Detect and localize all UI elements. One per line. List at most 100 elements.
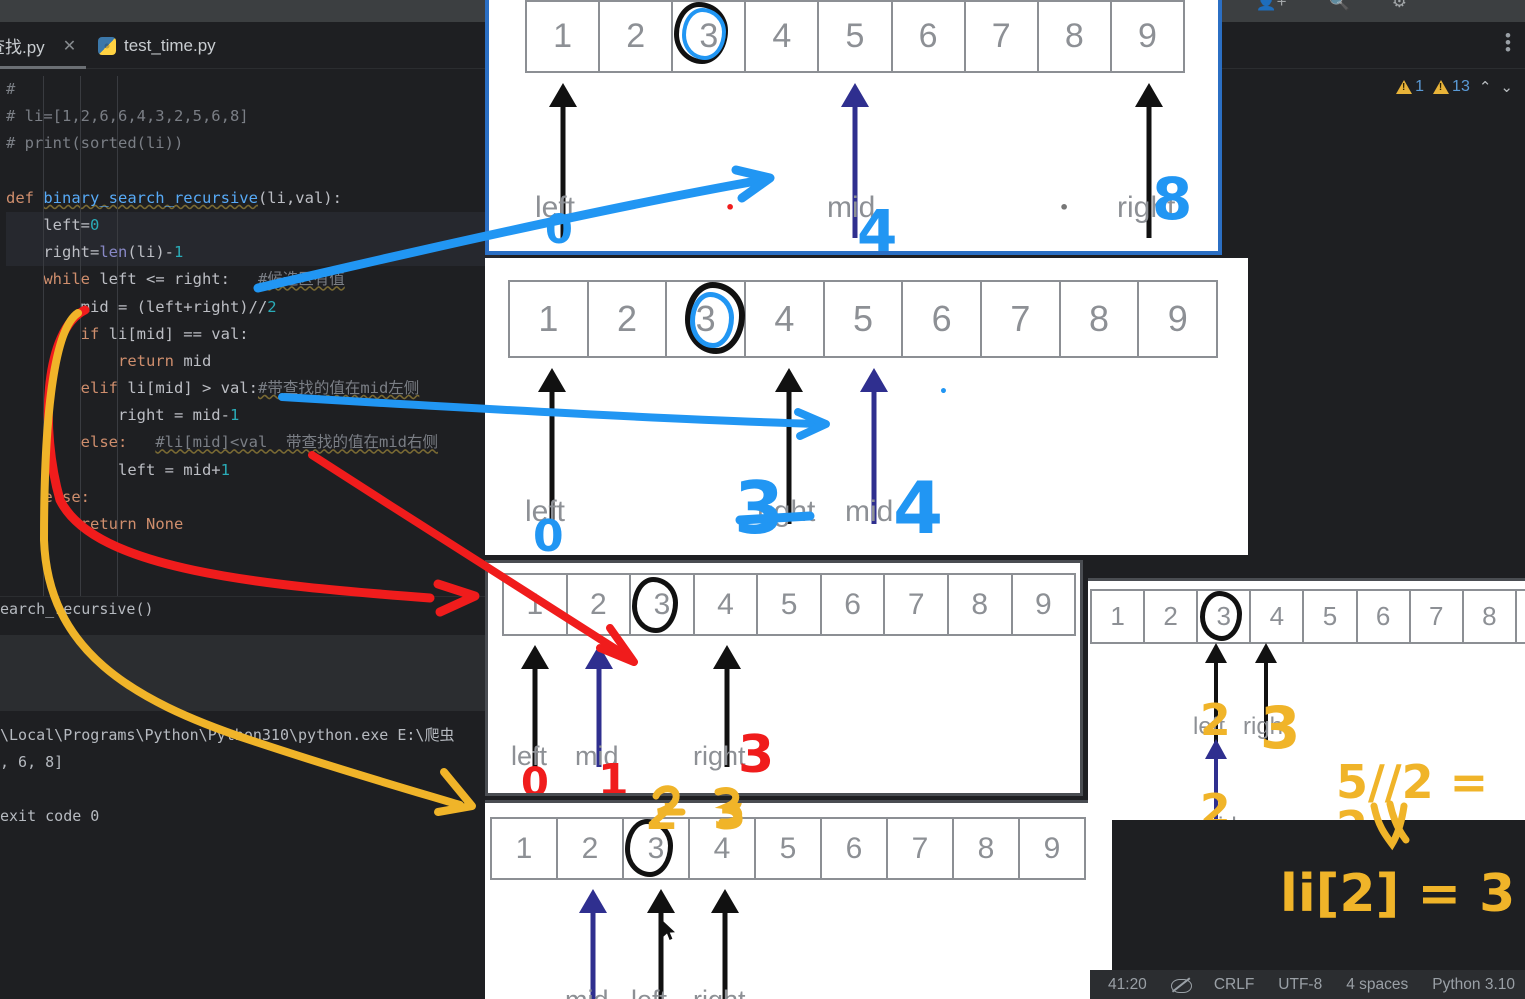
array-cell: 2 bbox=[1145, 591, 1199, 642]
pane-divider-3 bbox=[0, 710, 500, 711]
array-cell: 9 bbox=[1137, 17, 1157, 55]
warning-group-1[interactable]: 1 bbox=[1396, 78, 1424, 96]
console-line: exit code 0 bbox=[0, 807, 100, 825]
array-cell: 4 bbox=[746, 2, 820, 71]
array-cell: 2 bbox=[558, 819, 624, 878]
console-line: \Local\Programs\Python\Python310\python.… bbox=[0, 726, 455, 744]
array-cell: 5 bbox=[1304, 591, 1358, 642]
warning-count-1: 1 bbox=[1415, 78, 1425, 95]
indent-guide bbox=[43, 76, 44, 596]
array-cell: 7 bbox=[885, 575, 949, 634]
array-cell: 2 bbox=[589, 282, 668, 356]
array-cell: 2 bbox=[568, 575, 632, 634]
tab-binary-search[interactable]: 查找.py ✕ bbox=[0, 22, 90, 69]
array-cell: 4 bbox=[695, 575, 759, 634]
array-cell: 1 bbox=[510, 282, 589, 356]
array-cell: 7 bbox=[888, 819, 954, 878]
tab-active-underline bbox=[0, 66, 86, 69]
caret-position[interactable]: 41:20 bbox=[1108, 976, 1147, 994]
array-cell: 7 bbox=[982, 282, 1061, 356]
hidden-eye-icon[interactable] bbox=[1170, 978, 1192, 993]
ink-mid-index-p2: 4 bbox=[893, 466, 944, 550]
array-cell: 6 bbox=[822, 819, 888, 878]
array-cell: 4 bbox=[690, 819, 756, 878]
array-cell: 3 bbox=[667, 282, 747, 356]
console-note-area: li[2] = 3 bbox=[1112, 820, 1525, 970]
code-editor[interactable]: # # li=[1,2,6,6,4,3,2,5,6,8] # print(sorte… bbox=[0, 76, 500, 596]
warning-triangle-icon bbox=[1396, 80, 1413, 94]
python-file-icon bbox=[98, 36, 116, 55]
array-cell: 8 bbox=[949, 575, 1013, 634]
whiteboard-panel-4: 123456789 mid left right 2 3 bbox=[485, 800, 1112, 999]
arrow-right-p4 bbox=[711, 889, 739, 999]
arrow-mid-p5 bbox=[1205, 739, 1227, 823]
more-options-icon[interactable]: • • • bbox=[1505, 27, 1511, 58]
settings-icon[interactable]: ⚙ bbox=[1392, 0, 1407, 12]
array-cell: 6 bbox=[1358, 591, 1411, 642]
inspection-widget: 1 13 ⌃ ⌄ bbox=[1325, 70, 1525, 104]
python-interpreter[interactable]: Python 3.10 bbox=[1432, 976, 1515, 994]
run-toolbar-strip-1 bbox=[0, 635, 500, 669]
array-cell: 7 bbox=[1411, 591, 1464, 642]
array-cell: 9 bbox=[1034, 587, 1052, 621]
close-icon[interactable]: ✕ bbox=[63, 36, 76, 56]
array-cell: 9 bbox=[1167, 298, 1188, 339]
label-right-p5: right bbox=[1243, 713, 1290, 740]
array-cell: 1 bbox=[527, 2, 601, 71]
warning-triangle-icon-2 bbox=[1433, 80, 1450, 94]
warning-group-2[interactable]: 13 bbox=[1433, 78, 1470, 96]
array-cell: 9 bbox=[1043, 831, 1061, 865]
array-cell: 7 bbox=[966, 2, 1039, 71]
line-separator[interactable]: CRLF bbox=[1214, 976, 1254, 994]
chevron-up-icon[interactable]: ⌃ bbox=[1479, 78, 1492, 96]
label-right-p3: right bbox=[693, 741, 746, 771]
indent-guide bbox=[117, 76, 118, 596]
pane-divider-1 bbox=[0, 596, 500, 597]
arrow-mid-p4 bbox=[579, 889, 607, 999]
warning-count-2: 13 bbox=[1452, 78, 1470, 95]
arrow-left-p4 bbox=[647, 889, 675, 999]
status-bar: 41:20 CRLF UTF-8 4 spaces Python 3.10 bbox=[1090, 970, 1525, 999]
screenshot-root: 👤+ 🔍 ⚙ 查找.py ✕ test_time.py ••• 1 13 ⌃ ⌄ bbox=[0, 0, 1525, 999]
label-right-p4: right bbox=[693, 985, 746, 999]
array-cell: 1 bbox=[492, 819, 558, 878]
tab-test-time[interactable]: test_time.py bbox=[98, 22, 216, 69]
label-mid-p1: mid bbox=[827, 191, 876, 224]
console-line: , 6, 8] bbox=[0, 753, 64, 771]
array-row-panel-5: 123456789 bbox=[1090, 589, 1525, 644]
whiteboard-panel-2: 123456789 left right mid 0 3 4 • bbox=[485, 258, 1248, 555]
blue-dot-p2: • bbox=[939, 384, 948, 400]
label-left-p3: left bbox=[511, 741, 548, 771]
array-cell: 6 bbox=[903, 282, 983, 356]
tab-label-active: 查找.py bbox=[0, 38, 45, 57]
console-output[interactable]: \Local\Programs\Python\Python310\python.… bbox=[0, 722, 500, 992]
run-call-line: earch_recursive() bbox=[0, 600, 500, 634]
array-cell: 2 bbox=[600, 2, 674, 71]
array-cell: 8 bbox=[1039, 2, 1112, 71]
whiteboard-panel-1: 123456789 left mid right 0 4 8 • • bbox=[485, 0, 1222, 255]
label-left-p2: left bbox=[525, 495, 566, 528]
red-dot-1-p1: • bbox=[725, 198, 736, 217]
file-encoding[interactable]: UTF-8 bbox=[1278, 976, 1322, 994]
array-cell: 4 bbox=[1251, 591, 1305, 642]
label-mid-p3: mid bbox=[575, 741, 619, 771]
search-icon[interactable]: 🔍 bbox=[1329, 0, 1350, 12]
array-row-panel-4: 123456789 bbox=[490, 817, 1086, 880]
array-cell: 8 bbox=[954, 819, 1020, 878]
array-cell: 5 bbox=[758, 575, 822, 634]
label-right-p1: right bbox=[1117, 191, 1176, 224]
array-cell: 8 bbox=[1464, 591, 1517, 642]
gray-dot-p1: • bbox=[1059, 198, 1070, 217]
chevron-down-icon[interactable]: ⌄ bbox=[1500, 78, 1513, 96]
array-cell: 1 bbox=[504, 575, 568, 634]
label-left-p4: left bbox=[631, 985, 667, 999]
whiteboard-panel-3: 123456789 left mid right 0 1 3 bbox=[485, 560, 1083, 796]
run-toolbar-strip-2 bbox=[0, 670, 500, 710]
array-cell: 6 bbox=[822, 575, 886, 634]
ink-formula-5div2: 5//2 = 2 bbox=[1336, 755, 1489, 823]
add-user-icon[interactable]: 👤+ bbox=[1255, 0, 1286, 12]
indent-setting[interactable]: 4 spaces bbox=[1346, 976, 1408, 994]
toolbar-icon-group: 👤+ 🔍 ⚙ bbox=[1255, 0, 1407, 12]
array-cell: 3 bbox=[631, 575, 695, 634]
array-cell: 3 bbox=[624, 819, 690, 878]
